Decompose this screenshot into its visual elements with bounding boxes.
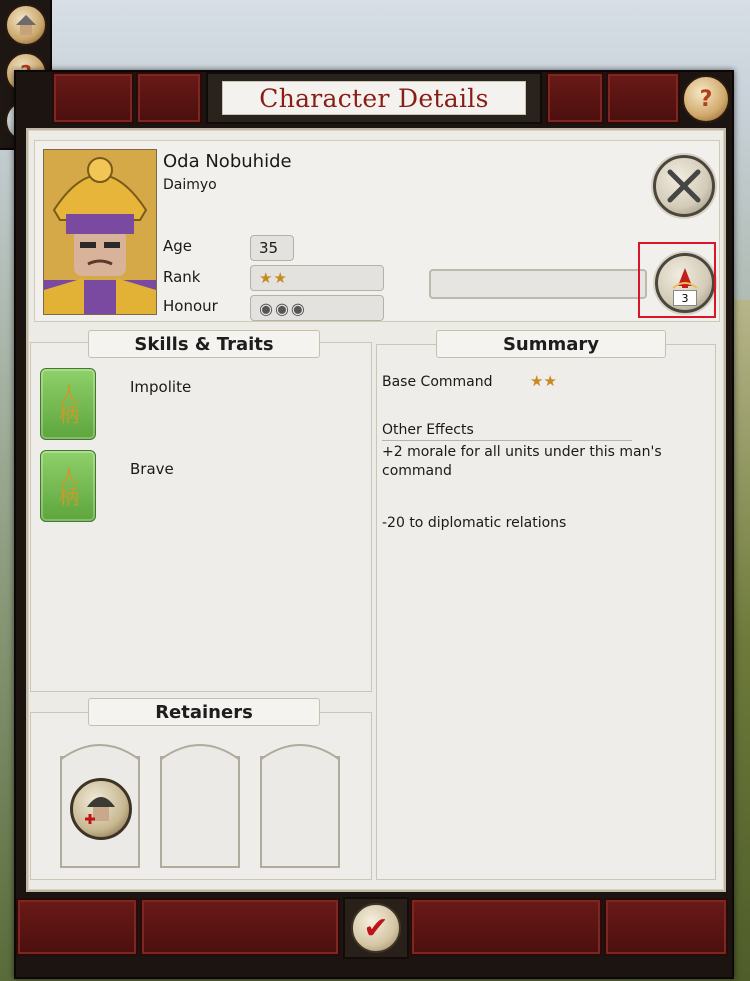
confirm-button[interactable]: ✔ xyxy=(343,897,409,959)
trait-impolite-label: Impolite xyxy=(130,378,192,396)
age-label: Age xyxy=(163,237,193,255)
trait-brave-label: Brave xyxy=(130,460,174,478)
honour-label: Honour xyxy=(163,297,218,315)
details-parchment: Oda Nobuhide Daimyo Age 35 Rank ★★ Honou… xyxy=(26,128,726,892)
highlight-box xyxy=(638,242,716,318)
retainers-heading: Retainers xyxy=(88,698,320,726)
title-plaque: Character Details xyxy=(206,72,542,124)
summary-heading: Summary xyxy=(436,330,666,358)
age-value: 35 xyxy=(250,235,294,261)
crossed-swords-icon xyxy=(667,169,701,203)
arch-ornament xyxy=(260,744,340,760)
add-retainer-icon xyxy=(85,797,115,824)
checkmark-icon: ✔ xyxy=(351,903,401,953)
trait-glyph: 人柄 xyxy=(55,384,80,424)
bottom-panel xyxy=(140,898,340,956)
arch-ornament xyxy=(60,744,140,760)
effects-divider xyxy=(382,440,632,441)
rank-label: Rank xyxy=(163,268,201,286)
bottom-panel xyxy=(604,898,728,956)
base-command-stars: ★★ xyxy=(530,372,557,390)
experience-bar xyxy=(429,269,647,299)
general-portrait-icon[interactable] xyxy=(5,4,47,46)
character-header: Oda Nobuhide Daimyo Age 35 Rank ★★ Honou… xyxy=(34,140,720,322)
retainer-slot[interactable] xyxy=(160,744,240,868)
other-effects-label: Other Effects xyxy=(382,422,474,438)
trait-brave-icon[interactable]: 人柄 xyxy=(40,450,96,522)
retainer-slot[interactable] xyxy=(260,744,340,868)
bottom-panel xyxy=(410,898,602,956)
trait-glyph: 人柄 xyxy=(55,466,80,506)
honour-marks: ◉◉◉ xyxy=(250,295,384,321)
effect-diplomacy: -20 to diplomatic relations xyxy=(382,515,567,531)
crossed-swords-button[interactable] xyxy=(653,155,715,217)
trait-impolite-icon[interactable]: 人柄 xyxy=(40,368,96,440)
effect-morale: +2 morale for all units under this man's… xyxy=(382,444,662,479)
skills-traits-heading: Skills & Traits xyxy=(88,330,320,358)
character-title: Daimyo xyxy=(163,177,217,193)
character-name: Oda Nobuhide xyxy=(163,151,292,172)
page-title: Character Details xyxy=(222,81,526,115)
retainer-slot[interactable] xyxy=(60,744,140,868)
rank-stars: ★★ xyxy=(250,265,384,291)
bottom-panel xyxy=(16,898,138,956)
top-panel xyxy=(546,72,604,124)
add-retainer-button[interactable] xyxy=(70,778,132,840)
top-panel xyxy=(136,72,202,124)
character-portrait xyxy=(43,149,157,315)
top-panel xyxy=(606,72,680,124)
top-panel xyxy=(52,72,134,124)
arch-ornament xyxy=(160,744,240,760)
help-button[interactable]: ? xyxy=(682,75,730,123)
base-command-label: Base Command xyxy=(382,374,493,390)
question-mark-icon: ? xyxy=(699,86,713,112)
